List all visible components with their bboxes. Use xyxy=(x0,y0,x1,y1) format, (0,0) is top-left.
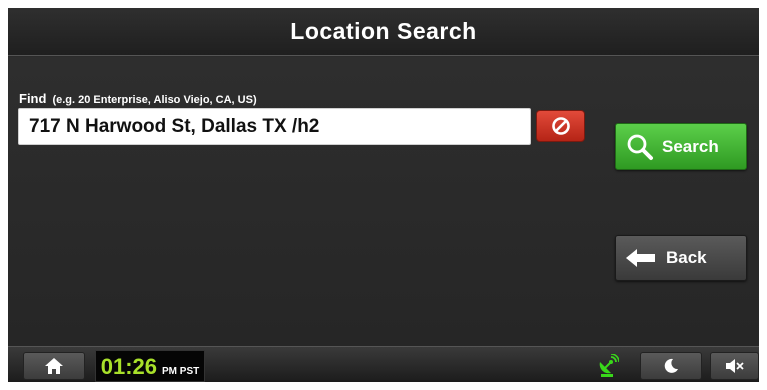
page-title: Location Search xyxy=(290,18,477,44)
clock-zone: PM PST xyxy=(162,366,200,377)
mute-button[interactable] xyxy=(710,352,759,380)
moon-icon xyxy=(664,358,678,373)
find-input[interactable]: 717 N Harwood St, Dallas TX /h2 xyxy=(18,108,531,145)
search-panel: Find (e.g. 20 Enterprise, Aliso Viejo, CA… xyxy=(8,57,759,346)
find-label: Find xyxy=(19,91,47,106)
speaker-mute-icon xyxy=(725,359,744,373)
no-entry-icon xyxy=(551,117,570,135)
home-button[interactable] xyxy=(23,352,85,380)
back-button[interactable]: Back xyxy=(615,235,747,281)
clock-time: 01:26 xyxy=(100,354,158,379)
back-button-label: Back xyxy=(666,248,707,267)
status-bar: 01:26 PM PST xyxy=(8,346,759,382)
search-button[interactable]: Search xyxy=(615,123,747,170)
find-hint: (e.g. 20 Enterprise, Aliso Viejo, CA, US… xyxy=(52,94,257,106)
home-icon xyxy=(45,358,63,374)
find-label-row: Find (e.g. 20 Enterprise, Aliso Viejo, CA… xyxy=(19,91,257,106)
night-mode-button[interactable] xyxy=(640,352,702,380)
clock-display: 01:26 PM PST xyxy=(95,350,205,382)
gps-satellite-icon xyxy=(596,353,620,379)
left-arrow-icon xyxy=(626,249,655,267)
clear-button[interactable] xyxy=(536,110,585,142)
title-bar: Location Search xyxy=(8,8,759,56)
magnifier-icon xyxy=(627,134,653,160)
search-button-label: Search xyxy=(662,136,719,156)
app-screen: Location Search Find (e.g. 20 Enterprise,… xyxy=(8,8,759,382)
